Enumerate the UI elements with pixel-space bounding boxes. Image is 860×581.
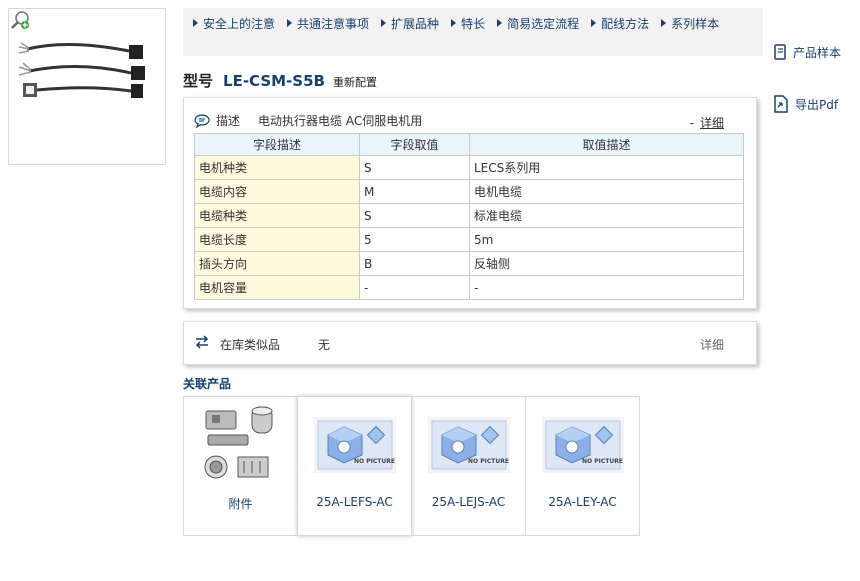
accessories-image xyxy=(204,406,273,479)
spec-table: 字段描述 字段取值 取值描述 电机种类 S LECS系列用 电缆内容 M 电机电… xyxy=(194,133,744,300)
reconfigure-link[interactable]: 重新配置 xyxy=(333,74,377,90)
nav-bar: 安全上的注意 共通注意事项 扩展品种 特长 简易选定流程 配线方法 系列样本 xyxy=(183,8,763,56)
header-field: 字段描述 xyxy=(194,133,360,156)
table-row: 电机容量 - - xyxy=(194,275,744,300)
table-row: 插头方向 B 反轴侧 xyxy=(194,251,744,276)
export-pdf-icon xyxy=(774,95,788,113)
zoom-in-icon[interactable] xyxy=(9,9,31,31)
export-pdf-link[interactable]: 导出Pdf xyxy=(773,94,838,114)
value-description-cell: LECS系列用 xyxy=(469,155,744,180)
no-picture-text: NO PICTURE xyxy=(582,458,623,465)
description-text: 电动执行器电缆 AC伺服电机用 xyxy=(258,114,423,128)
related-products-row: 附件 NO PICTURE 25A-LEFS-AC NO PICTURE 25A… xyxy=(183,396,640,536)
comment-icon xyxy=(194,113,210,128)
model-title: 型号 LE-CSM-S5B 重新配置 xyxy=(183,70,377,91)
related-product-card[interactable]: NO PICTURE 25A-LEJS-AC xyxy=(411,396,526,536)
no-picture-text: NO PICTURE xyxy=(468,458,509,465)
model-code: LE-CSM-S5B xyxy=(223,72,325,90)
value-description-cell: - xyxy=(469,275,744,300)
nav-link-label: 安全上的注意 xyxy=(203,16,276,31)
field-cell: 电缆内容 xyxy=(194,179,360,204)
field-cell: 电机种类 xyxy=(194,155,360,180)
table-row: 电缆内容 M 电机电缆 xyxy=(194,179,744,204)
description-detail: - 详细 xyxy=(690,114,724,131)
nav-link-label: 扩展品种 xyxy=(391,16,440,31)
no-picture-thumb: NO PICTURE xyxy=(542,417,624,473)
related-product-name: 附件 xyxy=(228,497,253,511)
triangle-right-icon xyxy=(193,19,198,27)
value-cell: 5 xyxy=(359,227,470,252)
description-dash: - xyxy=(689,116,694,130)
nav-link-label: 配线方法 xyxy=(601,16,650,31)
no-picture-text: NO PICTURE xyxy=(354,458,395,465)
field-cell: 插头方向 xyxy=(194,251,360,276)
nav-link-2[interactable]: 扩展品种 xyxy=(381,12,439,34)
nav-link-3[interactable]: 特长 xyxy=(451,12,485,34)
product-image[interactable] xyxy=(8,8,166,165)
value-description-cell: 标准电缆 xyxy=(469,203,744,228)
swap-icon xyxy=(195,335,209,349)
nav-link-6[interactable]: 系列样本 xyxy=(661,12,719,34)
nav-link-0[interactable]: 安全上的注意 xyxy=(193,12,275,34)
similar-stock-detail-link[interactable]: 详细 xyxy=(700,336,724,353)
description-label: 描述 xyxy=(216,114,241,128)
nav-link-label: 共通注意事项 xyxy=(297,16,370,31)
similar-stock-panel: 在库类似品 无 详细 xyxy=(183,321,757,365)
description-detail-link[interactable]: 详细 xyxy=(700,116,724,130)
value-cell: - xyxy=(359,275,470,300)
related-product-name: 25A-LEFS-AC xyxy=(316,495,393,509)
description-header: 描述 电动执行器电缆 AC伺服电机用 xyxy=(194,112,422,129)
related-products-title: 关联产品 xyxy=(183,377,232,391)
no-picture-thumb: NO PICTURE xyxy=(428,417,510,473)
value-cell: S xyxy=(359,155,470,180)
related-product-name: 25A-LEJS-AC xyxy=(431,495,506,509)
nav-link-label: 系列样本 xyxy=(671,16,720,31)
cable-photo xyxy=(18,42,145,98)
triangle-right-icon xyxy=(287,19,293,27)
table-row: 电机种类 S LECS系列用 xyxy=(194,155,744,180)
header-value-description: 取值描述 xyxy=(469,133,744,156)
model-label: 型号 xyxy=(183,72,214,90)
field-cell: 电缆长度 xyxy=(194,227,360,252)
nav-link-label: 特长 xyxy=(461,16,486,31)
no-picture-thumb: NO PICTURE xyxy=(314,417,396,473)
related-product-card[interactable]: 附件 xyxy=(183,396,298,536)
triangle-right-icon xyxy=(451,19,457,27)
triangle-right-icon xyxy=(497,19,503,27)
product-sample-label: 产品样本 xyxy=(793,45,842,60)
triangle-right-icon xyxy=(661,19,667,27)
value-cell: M xyxy=(359,179,470,204)
value-cell: S xyxy=(359,203,470,228)
table-row: 电缆种类 S 标准电缆 xyxy=(194,203,744,228)
export-pdf-label: 导出Pdf xyxy=(795,97,839,112)
nav-link-label: 简易选定流程 xyxy=(507,16,580,31)
value-description-cell: 5m xyxy=(469,227,744,252)
triangle-right-icon xyxy=(381,19,387,27)
nav-link-5[interactable]: 配线方法 xyxy=(591,12,649,34)
similar-stock-value: 无 xyxy=(318,338,331,352)
spec-table-header: 字段描述 字段取值 取值描述 xyxy=(194,133,744,156)
nav-link-4[interactable]: 简易选定流程 xyxy=(497,12,579,34)
table-row: 电缆长度 5 5m xyxy=(194,227,744,252)
value-cell: B xyxy=(359,251,470,276)
related-product-card[interactable]: NO PICTURE 25A-LEFS-AC xyxy=(297,396,412,536)
related-product-name: 25A-LEY-AC xyxy=(548,495,617,509)
field-cell: 电机容量 xyxy=(194,275,360,300)
similar-stock-label: 在库类似品 xyxy=(220,338,281,352)
product-sample-link[interactable]: 产品样本 xyxy=(773,42,841,62)
header-value: 字段取值 xyxy=(359,133,470,156)
book-icon xyxy=(774,44,786,60)
triangle-right-icon xyxy=(591,19,597,27)
field-cell: 电缆种类 xyxy=(194,203,360,228)
related-product-card[interactable]: NO PICTURE 25A-LEY-AC xyxy=(525,396,640,536)
description-panel: 描述 电动执行器电缆 AC伺服电机用 - 详细 字段描述 字段取值 取值描述 电机… xyxy=(183,97,757,309)
value-description-cell: 反轴侧 xyxy=(469,251,744,276)
value-description-cell: 电机电缆 xyxy=(469,179,744,204)
nav-link-1[interactable]: 共通注意事项 xyxy=(287,12,369,34)
